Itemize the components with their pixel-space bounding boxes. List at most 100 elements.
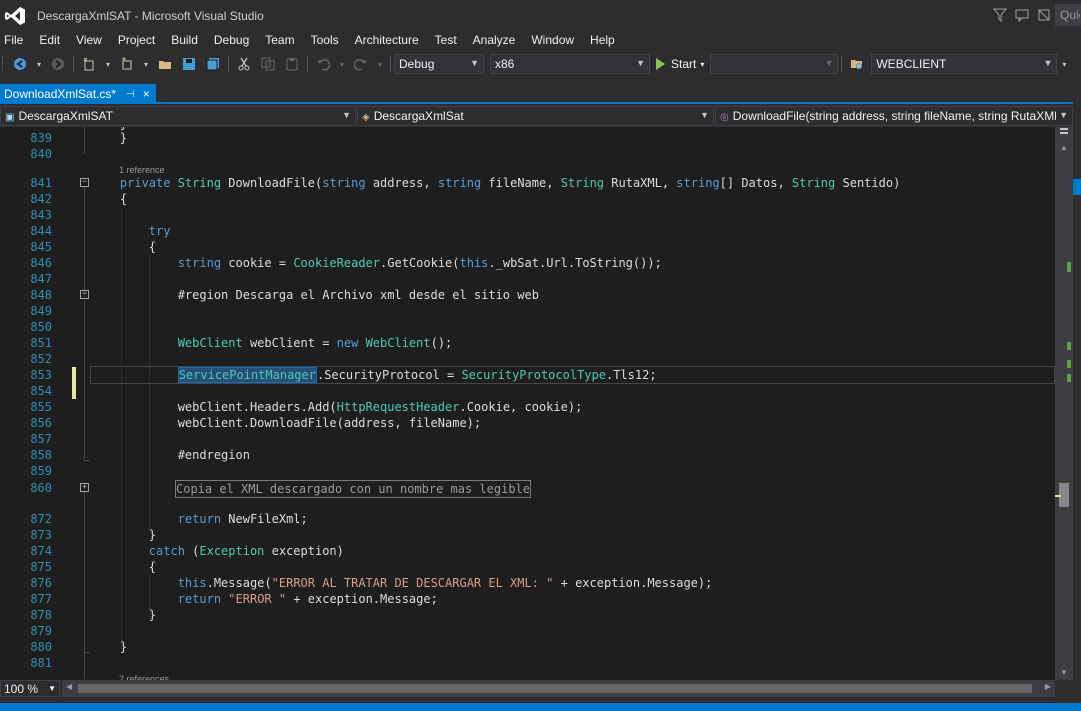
solution-configuration-value: Debug [399,57,435,71]
save-all-icon[interactable] [204,55,222,73]
class-name: DescargaXmlSat [373,109,464,123]
line-number: 859 [30,464,52,478]
line-number: 851 [30,336,52,350]
scroll-up-icon[interactable]: ▲ [1055,141,1073,155]
menu-team[interactable]: Team [261,31,302,49]
add-item-dropdown-icon[interactable]: ▾ [142,55,150,73]
quick-launch-input[interactable]: Quic [1055,4,1081,26]
line-number: 860 [30,481,52,495]
code-line: #region Descarga el Archivo xml desde el… [91,288,539,302]
menu-analyze[interactable]: Analyze [469,31,524,49]
expand-icon[interactable]: + [80,483,89,492]
collapse-icon[interactable]: − [80,290,89,299]
open-file-icon[interactable] [156,55,174,73]
line-number: 853 [30,368,52,382]
start-label: Start [671,57,697,71]
menu-project[interactable]: Project [114,31,163,49]
find-target-select[interactable]: WEBCLIENT ▼ [871,54,1058,74]
code-line: { [91,192,128,206]
menu-edit[interactable]: Edit [35,31,68,49]
code-lens-references[interactable]: 2 references [119,671,169,680]
zoom-value: 100 % [4,682,39,696]
change-map-mark [1067,360,1071,368]
toolbar-separator [73,56,74,72]
horizontal-scroll-thumb[interactable] [78,684,1032,693]
class-icon: ◈ [362,112,370,123]
undo-icon[interactable] [314,55,332,73]
find-in-files-icon[interactable] [848,55,866,73]
undo-dropdown-icon[interactable]: ▾ [338,55,346,73]
menu-build[interactable]: Build [167,31,206,49]
toolbar-separator [307,56,308,72]
menu-test[interactable]: Test [431,31,465,49]
toolbar-overflow-icon[interactable]: ▾ [1060,55,1068,73]
csharp-project-icon: ▣ [5,112,15,123]
start-button[interactable]: Start ▾ [656,57,704,71]
vertical-scrollbar[interactable]: ▲ ▼ [1055,127,1073,680]
code-line: } [91,640,128,654]
new-project-dropdown-icon[interactable]: ▾ [104,55,112,73]
panel-tab-marker[interactable] [1073,179,1081,195]
project-dropdown[interactable]: ▣ DescargaXmlSAT ▼ [0,106,356,126]
zoom-select[interactable]: 100 % ▼ [0,680,60,697]
new-project-icon[interactable] [80,55,98,73]
line-number: 847 [30,272,52,286]
document-tab-strip: DownloadXmlSat.cs* ⊣ × [0,84,1081,104]
code-line: { [91,560,157,574]
copy-icon[interactable] [259,55,277,73]
line-number: 856 [30,416,52,430]
toolbar-separator [228,56,229,72]
pin-icon[interactable]: ⊣ [126,89,135,100]
menu-architecture[interactable]: Architecture [351,31,427,49]
back-dropdown-icon[interactable]: ▾ [35,55,43,73]
menu-window[interactable]: Window [527,31,582,49]
line-number: 873 [30,528,52,542]
feedback-icon[interactable] [1011,4,1033,26]
menu-tools[interactable]: Tools [307,31,347,49]
member-dropdown[interactable]: ◎ DownloadFile(string address, string fil… [715,106,1073,126]
horizontal-scrollbar[interactable]: ◀ ▶ [62,680,1055,697]
line-number: 874 [30,544,52,558]
split-editor-icon[interactable] [1055,127,1073,141]
code-line: WebClient webClient = new WebClient(); [177,336,453,350]
toolbar-grip[interactable] [2,56,8,72]
solution-configuration-select[interactable]: Debug ▼ [394,54,484,74]
menu-help[interactable]: Help [586,31,623,49]
paste-icon[interactable] [283,55,301,73]
code-editor[interactable]: } 839 } 840 1 reference 841− private Str… [0,127,1055,680]
chevron-down-icon: ▾ [700,59,705,69]
line-number: 845 [30,240,52,254]
line-number: 858 [30,448,52,462]
account-icon[interactable] [1033,4,1055,26]
menu-view[interactable]: View [72,31,110,49]
startup-item-select[interactable]: ▼ [710,54,839,74]
back-icon[interactable] [11,55,29,73]
collapse-icon[interactable]: − [80,178,89,187]
save-icon[interactable] [180,55,198,73]
add-item-icon[interactable] [118,55,136,73]
chevron-down-icon: ▼ [470,58,479,68]
forward-icon[interactable] [49,55,67,73]
project-name: DescargaXmlSAT [18,109,113,123]
solution-platform-value: x86 [495,57,515,71]
tab-downloadxmlsat[interactable]: DownloadXmlSat.cs* ⊣ × [0,84,156,104]
line-number: 841 [30,176,52,190]
redo-dropdown-icon[interactable]: ▾ [376,55,384,73]
find-target-value: WEBCLIENT [876,57,947,71]
scroll-left-icon[interactable]: ◀ [66,682,72,691]
close-icon[interactable]: × [143,87,150,101]
solution-platform-select[interactable]: x86 ▼ [490,54,650,74]
collapsed-region[interactable]: Copia el XML descargado con un nombre ma… [175,480,532,498]
menu-debug[interactable]: Debug [210,31,257,49]
scroll-right-icon[interactable]: ▶ [1045,682,1051,691]
notifications-flag-icon[interactable] [989,4,1011,26]
line-number: 848 [30,288,52,302]
scroll-down-icon[interactable]: ▼ [1055,666,1073,680]
cut-icon[interactable] [235,55,253,73]
code-line: { [91,240,157,254]
class-dropdown[interactable]: ◈ DescargaXmlSat ▼ [357,106,714,126]
menu-file[interactable]: File [0,31,31,49]
line-number: 879 [30,624,52,638]
redo-icon[interactable] [352,55,370,73]
line-number: 842 [30,192,52,206]
